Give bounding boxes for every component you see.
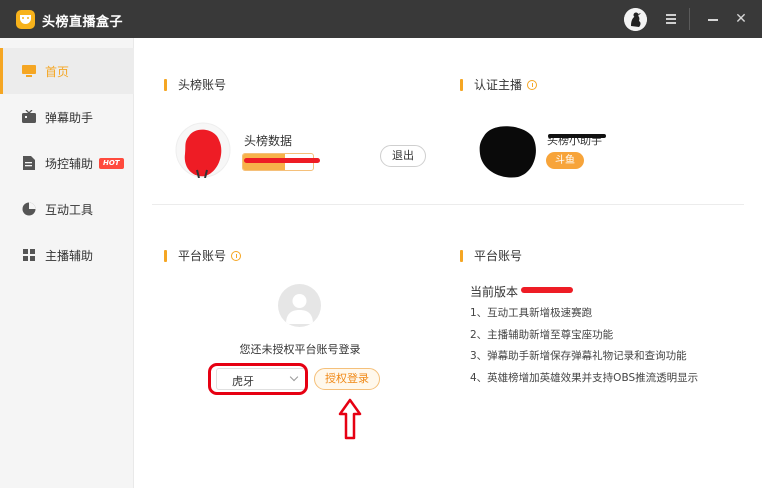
redaction-mark	[244, 158, 320, 163]
sidebar-item-label: 互动工具	[45, 203, 94, 217]
sidebar: 首页 弹幕助手 场控辅助 HOT 互动工具 主播辅助	[0, 38, 134, 488]
list-item: 2、主播辅助新增至尊宝座功能	[470, 328, 614, 341]
sidebar-item-label: 弹幕助手	[45, 111, 94, 125]
sidebar-item-control[interactable]: 场控辅助 HOT	[0, 140, 134, 186]
close-icon[interactable]: ✕	[733, 11, 749, 27]
authorize-login-button[interactable]: 授权登录	[314, 368, 380, 390]
list-item: 3、弹幕助手新增保存弹幕礼物记录和查询功能	[470, 350, 687, 362]
app-logo-icon	[16, 10, 35, 29]
list-item: 1、互动工具新增极速赛跑	[470, 307, 593, 319]
document-icon	[23, 156, 35, 170]
redaction-mark	[548, 134, 606, 138]
minimize-icon[interactable]	[705, 11, 721, 27]
no-auth-text: 您还未授权平台账号登录	[239, 343, 361, 356]
monitor-icon	[22, 65, 36, 77]
sidebar-item-label: 主播辅助	[45, 249, 94, 263]
account-data-label: 头榜数据	[244, 134, 293, 148]
toubang-account-header: 头榜账号	[164, 76, 226, 93]
sidebar-item-anchor[interactable]: 主播辅助	[0, 232, 134, 278]
sidebar-item-home[interactable]: 首页	[0, 48, 134, 94]
section-title: 平台账号	[474, 249, 523, 263]
hot-badge: HOT	[99, 158, 124, 169]
grid-icon	[23, 249, 35, 261]
platform-account-header: 平台账号	[164, 247, 242, 264]
list-item: 4、英雄榜增加英雄效果并支持OBS推流透明显示	[470, 371, 699, 384]
app-title: 头榜直播盒子	[42, 15, 124, 30]
current-version-label: 当前版本	[470, 285, 519, 299]
sidebar-item-interactive[interactable]: 互动工具	[0, 186, 134, 232]
anchor-avatar	[479, 126, 536, 178]
title-bar: 头榜直播盒子 ✕	[0, 0, 762, 38]
user-avatar-icon[interactable]	[624, 8, 647, 31]
changelog-list: 1、互动工具新增极速赛跑 2、主播辅助新增至尊宝座功能 3、弹幕助手新增保存弹幕…	[470, 306, 698, 392]
section-title: 平台账号	[178, 249, 227, 263]
annotation-arrow-icon	[338, 398, 362, 440]
section-title: 认证主播	[474, 78, 523, 92]
sidebar-item-danmaku[interactable]: 弹幕助手	[0, 94, 134, 140]
pie-chart-icon	[22, 202, 36, 216]
account-avatar	[175, 122, 231, 178]
sidebar-item-label: 首页	[45, 65, 70, 79]
redaction-mark	[521, 287, 573, 293]
platform-tag: 斗鱼	[546, 152, 584, 169]
version-panel-header: 平台账号	[460, 247, 522, 264]
sidebar-item-label: 场控辅助	[45, 157, 94, 171]
certified-anchor-header: 认证主播	[460, 76, 538, 93]
titlebar-divider	[689, 8, 690, 30]
info-icon[interactable]	[527, 79, 538, 90]
info-icon[interactable]	[231, 250, 242, 261]
tv-icon	[22, 110, 36, 123]
menu-icon[interactable]	[664, 11, 678, 27]
annotation-highlight	[208, 363, 308, 395]
section-divider	[152, 204, 744, 205]
logout-button[interactable]: 退出	[380, 145, 426, 167]
empty-avatar-icon	[278, 284, 321, 327]
section-title: 头榜账号	[178, 78, 227, 92]
